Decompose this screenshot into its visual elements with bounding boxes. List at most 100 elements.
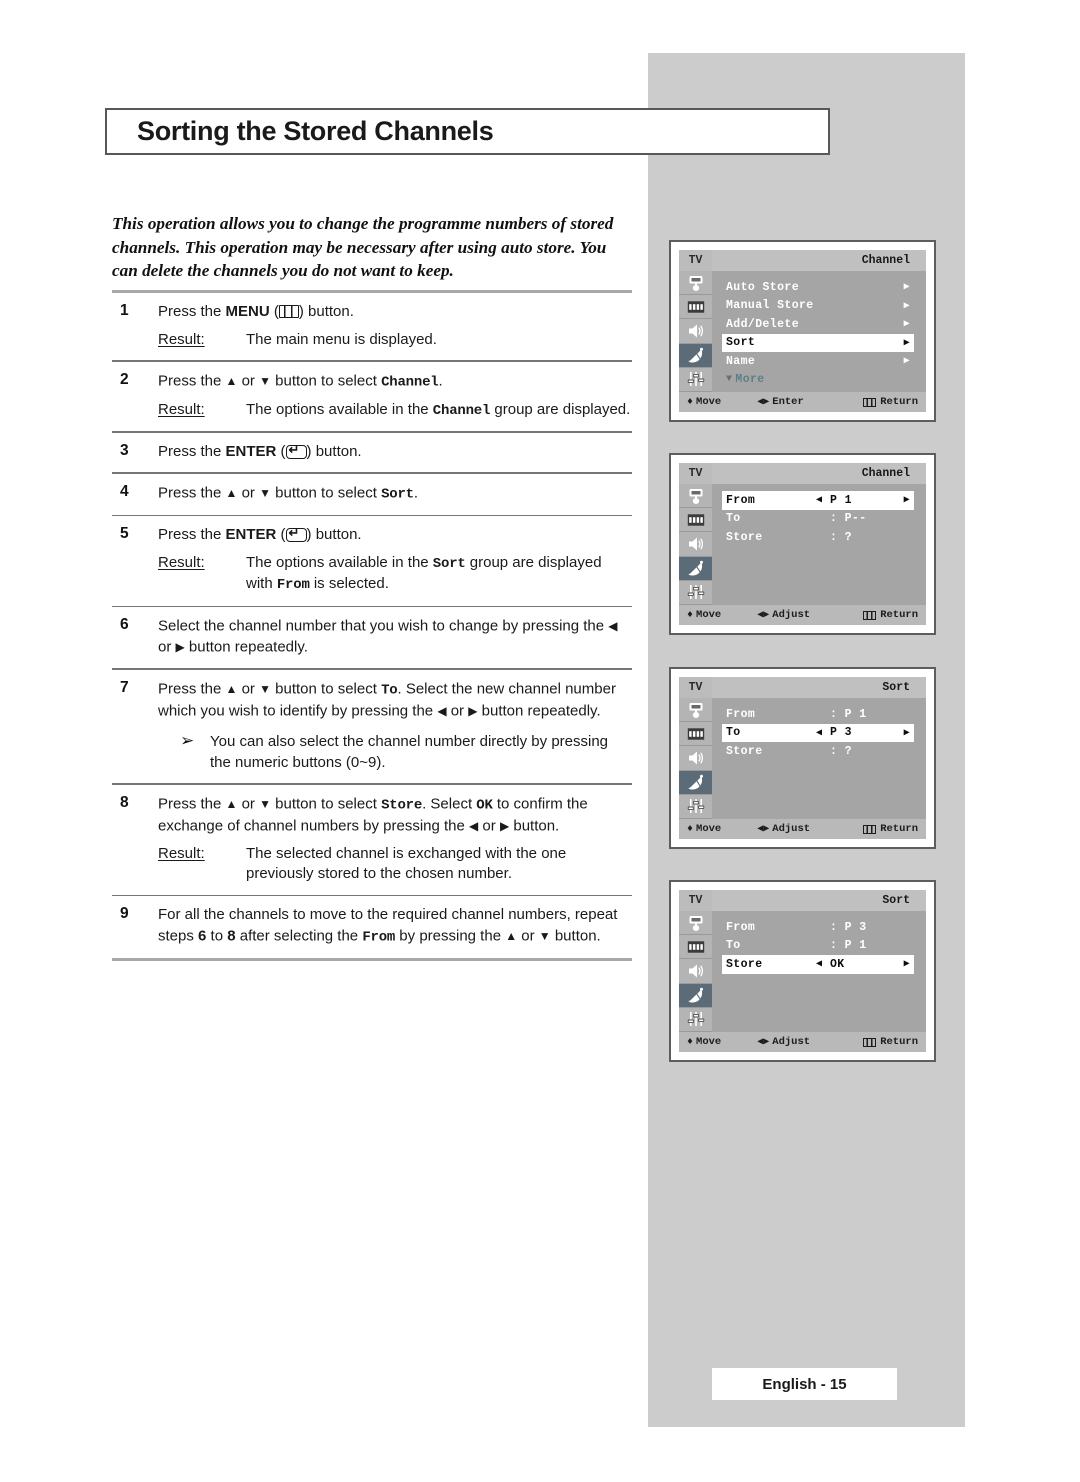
osd-rail-satellite-dish[interactable] <box>679 556 712 581</box>
step-1: 1 Press the MENU () button. Result: The … <box>112 293 632 360</box>
step-text: or <box>237 680 260 698</box>
osd-rail-satellite-dish[interactable] <box>679 983 712 1008</box>
osd-category-rail <box>679 911 712 1033</box>
osd-option-label: Sort <box>726 336 756 350</box>
osd-option-row[interactable]: Store: ? <box>722 742 914 761</box>
osd-option-row[interactable]: Sort ▶ <box>722 333 914 352</box>
osd-rail-bars[interactable] <box>679 295 712 320</box>
left-arrow-icon[interactable]: ◀ <box>816 494 822 506</box>
osd-option-row[interactable]: From ◀ P 1 ▶ <box>722 491 914 510</box>
right-arrow-icon[interactable]: ▶ <box>904 337 910 349</box>
osd-header: TV Sort <box>679 890 926 911</box>
osd-rail-bars[interactable] <box>679 508 712 533</box>
osd-option-row[interactable]: Store: ? <box>722 528 914 547</box>
osd-rail-sliders[interactable] <box>679 580 712 606</box>
osd-option-row[interactable]: Auto Store ▶ <box>722 278 914 297</box>
step-ref-8: 8 <box>227 927 236 945</box>
osd-option-row[interactable]: To ◀ P 3 ▶ <box>722 723 914 742</box>
osd-screen: TV Channel Auto Store ▶ Manual Store ▶ Add/Del… <box>679 250 926 412</box>
result-label: Result: <box>158 844 205 862</box>
right-arrow-icon[interactable]: ▶ <box>904 281 910 293</box>
right-arrow-icon[interactable]: ▶ <box>904 355 910 367</box>
osd-option-row[interactable]: To: P-- <box>722 510 914 529</box>
step-body: Press the ▲ or ▼ button to select Sort. <box>158 483 632 505</box>
osd-option-value: P 1 <box>830 493 852 507</box>
osd-rail-sliders[interactable] <box>679 1007 712 1033</box>
osd-rail-speaker[interactable] <box>679 746 712 771</box>
menu-key-label: MENU <box>225 303 270 320</box>
code-to: To <box>381 682 398 699</box>
osd-rail-picture[interactable] <box>679 911 712 936</box>
osd-hint-bar: ♦ Move ◀▶ Adjust Return <box>679 605 926 625</box>
osd-rail-picture[interactable] <box>679 698 712 723</box>
picture-icon <box>686 913 706 933</box>
osd-title: Channel <box>712 463 926 484</box>
note-row: ➢ You can also select the channel number… <box>158 732 632 773</box>
code-channel: Channel <box>381 374 439 391</box>
speaker-icon <box>686 748 706 768</box>
osd-rail-bars[interactable] <box>679 935 712 960</box>
osd-title: Sort <box>712 677 926 698</box>
left-arrow-icon: ◀ <box>469 818 479 833</box>
osd-rail-bars[interactable] <box>679 722 712 747</box>
osd-rail-sliders[interactable] <box>679 367 712 393</box>
result-text: The main menu is displayed. <box>246 330 437 348</box>
osd-option-row[interactable]: Store ◀ OK ▶ <box>722 955 914 974</box>
osd-rail-speaker[interactable] <box>679 959 712 984</box>
right-arrow-icon[interactable]: ▶ <box>904 958 910 970</box>
osd-rail-satellite-dish[interactable] <box>679 343 712 368</box>
osd-title: Sort <box>712 890 926 911</box>
osd-hint-return: Return <box>863 609 918 621</box>
step-body: Select the channel number that you wish … <box>158 616 632 658</box>
code-sort: Sort <box>432 555 466 572</box>
step-text: after selecting the <box>235 927 363 945</box>
result-text: The options available in the Channel gro… <box>246 400 632 422</box>
step-body: Press the ▲ or ▼ button to select Channe… <box>158 371 632 422</box>
osd-header: TV Sort <box>679 677 926 698</box>
osd-hint-label: Adjust <box>772 609 811 621</box>
osd-tv-label: TV <box>679 677 712 698</box>
left-arrow-icon[interactable]: ◀ <box>816 958 822 970</box>
osd-option-row[interactable]: From: P 3 <box>722 918 914 937</box>
result-label: Result: <box>158 400 205 418</box>
osd-panel-sort-store: TV Sort From: P 3 To: P 1 Store ◀ OK ▶ ♦ Move ◀▶ Ad… <box>669 880 936 1062</box>
osd-more-row[interactable]: ▼ More <box>722 371 914 390</box>
osd-option-row[interactable]: Add/Delete ▶ <box>722 315 914 334</box>
left-arrow-icon[interactable]: ◀ <box>816 727 822 739</box>
step-body: For all the channels to move to the requ… <box>158 905 632 948</box>
left-arrow-icon: ◀ <box>437 704 447 719</box>
right-arrow-icon[interactable]: ▶ <box>904 494 910 506</box>
osd-option-row[interactable]: From: P 1 <box>722 705 914 724</box>
osd-rail-speaker[interactable] <box>679 319 712 344</box>
osd-option-row[interactable]: Manual Store ▶ <box>722 297 914 316</box>
right-arrow-icon[interactable]: ▶ <box>904 727 910 739</box>
osd-hint-label: Move <box>696 823 722 835</box>
bars-icon <box>686 510 706 530</box>
osd-hint-move: ♦ Move <box>687 396 721 408</box>
step-text: Select the channel number that you wish … <box>158 617 609 635</box>
step-text: Press the <box>158 303 226 320</box>
osd-option-label: Store <box>726 744 763 758</box>
step-text: . <box>413 484 419 502</box>
osd-option-value: P 3 <box>830 726 852 740</box>
osd-hint-label: Adjust <box>772 823 811 835</box>
osd-rail-satellite-dish[interactable] <box>679 770 712 795</box>
osd-rail-speaker[interactable] <box>679 532 712 557</box>
osd-tv-label: TV <box>679 250 712 271</box>
up-arrow-icon: ▲ <box>225 796 238 811</box>
right-arrow-icon[interactable]: ▶ <box>904 318 910 330</box>
osd-rail-picture[interactable] <box>679 271 712 296</box>
osd-screen: TV Sort From: P 1 To ◀ P 3 ▶ Store: ? ♦ Move ◀▶ Adj… <box>679 677 926 839</box>
osd-rail-sliders[interactable] <box>679 794 712 820</box>
up-arrow-icon: ▲ <box>505 928 518 943</box>
osd-option-row[interactable]: Name ▶ <box>722 352 914 371</box>
osd-hint-return: Return <box>863 823 918 835</box>
right-arrow-icon[interactable]: ▶ <box>904 300 910 312</box>
osd-hint-label: Move <box>696 609 722 621</box>
step-text: button repeatedly. <box>184 638 308 656</box>
osd-rail-picture[interactable] <box>679 484 712 509</box>
osd-option-row[interactable]: To: P 1 <box>722 937 914 956</box>
enter-icon <box>285 443 307 459</box>
osd-category-rail <box>679 698 712 820</box>
menu-icon <box>863 610 877 620</box>
